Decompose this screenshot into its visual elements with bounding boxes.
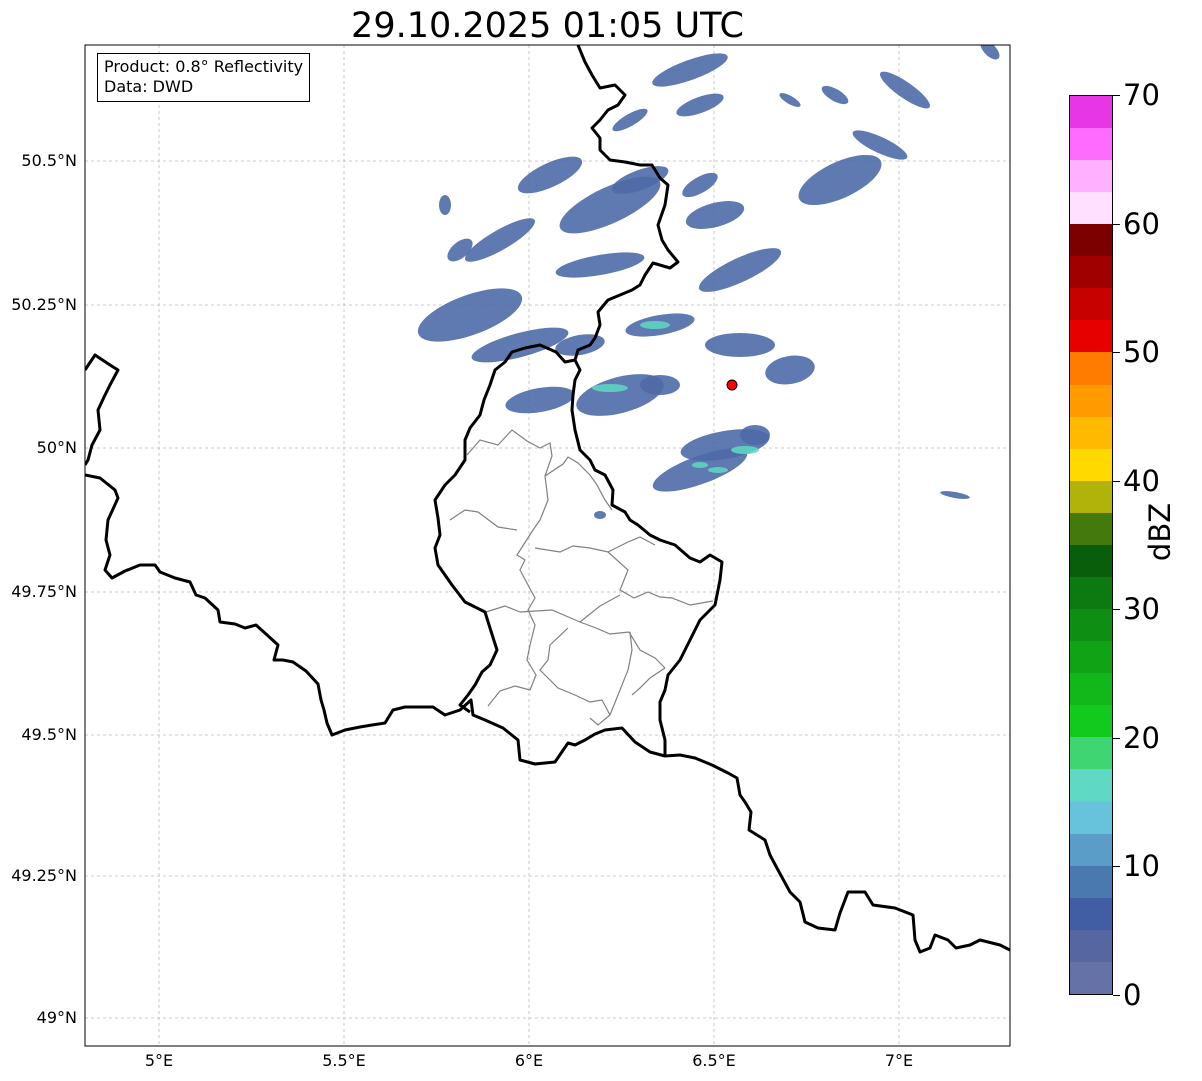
colorbar-segment [1070, 769, 1112, 802]
radar-echo-strong [692, 462, 708, 468]
colorbar-segment [1070, 544, 1112, 577]
radar-echo [640, 375, 680, 395]
colorbar-segment [1070, 512, 1112, 545]
colorbar-segment [1070, 801, 1112, 834]
colorbar-tick-label: 30 [1123, 592, 1160, 626]
colorbar-segment [1070, 448, 1112, 481]
colorbar [1069, 95, 1113, 995]
map-frame [84, 44, 1011, 1047]
colorbar-segment [1070, 320, 1112, 353]
colorbar-segment [1070, 961, 1112, 994]
radar-echo [555, 252, 645, 278]
colorbar-segment [1070, 224, 1112, 257]
colorbar-segment [1070, 127, 1112, 160]
radar-echo [779, 93, 801, 107]
lon-tick-label: 5°E [144, 1051, 174, 1070]
colorbar-segment [1070, 416, 1112, 449]
graticule [85, 45, 1010, 1046]
colorbar-segment [1070, 737, 1112, 770]
radar-echo [576, 374, 664, 416]
colorbar-tick-mark [1113, 224, 1120, 225]
colorbar-segment [1070, 641, 1112, 674]
colorbar-tick-mark [1113, 738, 1120, 739]
colorbar-segment [1070, 352, 1112, 385]
colorbar-segment [1070, 609, 1112, 642]
radar-echo-strong [592, 384, 628, 392]
lat-tick-label: 49.5°N [21, 725, 77, 744]
lon-tick-label: 6.5°E [692, 1051, 736, 1070]
radar-echo [880, 71, 930, 109]
lon-tick-label: 7°E [884, 1051, 914, 1070]
colorbar-segment [1070, 159, 1112, 193]
colorbar-segment [1070, 480, 1112, 513]
colorbar-tick-label: 10 [1123, 849, 1160, 883]
radar-echo [505, 386, 575, 414]
product-info-box: Product: 0.8° Reflectivity Data: DWD [97, 53, 311, 102]
lat-tick-label: 50.5°N [21, 151, 77, 170]
radar-echoes [417, 45, 1000, 519]
radar-echo [698, 248, 782, 292]
colorbar-tick-mark [1113, 609, 1120, 610]
radar-echo [652, 53, 728, 87]
radar-echo [439, 195, 451, 215]
colorbar-segment [1070, 673, 1112, 706]
map-content [85, 45, 1010, 1046]
radar-echo [612, 108, 648, 132]
colorbar-segment [1070, 705, 1112, 738]
radar-echo [676, 93, 724, 117]
radar-echo [517, 156, 583, 194]
lon-tick-label: 6°E [514, 1051, 544, 1070]
colorbar-tick-mark [1113, 481, 1120, 482]
colorbar-segment [1070, 865, 1112, 898]
colorbar-segment [1070, 384, 1112, 417]
colorbar-segment [1070, 897, 1112, 930]
colorbar-segment [1070, 192, 1112, 225]
colorbar-segment [1070, 833, 1112, 866]
colorbar-tick-mark [1113, 995, 1120, 996]
colorbar-tick-label: 0 [1123, 978, 1142, 1012]
data-source-label: Data: DWD [104, 77, 194, 96]
radar-echo [682, 172, 718, 198]
lat-tick-label: 50°N [36, 438, 77, 457]
colorbar-tick-mark [1113, 95, 1120, 96]
colorbar-segment [1070, 929, 1112, 962]
lat-tick-label: 49°N [36, 1008, 77, 1027]
product-label: Product: 0.8° Reflectivity [104, 57, 304, 76]
colorbar-tick-label: 50 [1123, 335, 1160, 369]
radar-site-marker [726, 379, 738, 391]
radar-echo [740, 425, 770, 445]
colorbar-segment [1070, 288, 1112, 321]
radar-echo [594, 511, 606, 519]
colorbar-segment [1070, 256, 1112, 289]
radar-echo [465, 218, 535, 262]
map-svg [84, 44, 1011, 1047]
colorbar-label: dBZ [1143, 502, 1177, 562]
colorbar-tick-label: 20 [1123, 721, 1160, 755]
lat-tick-label: 50.25°N [11, 295, 77, 314]
lon-tick-label: 5.5°E [322, 1051, 366, 1070]
colorbar-segment [1070, 95, 1112, 128]
colorbar-tick-mark [1113, 866, 1120, 867]
radar-echo [705, 333, 775, 357]
radar-echo [940, 491, 970, 499]
colorbar-segment [1070, 576, 1112, 610]
radar-echo-strong [640, 321, 670, 329]
colorbar-tick-label: 70 [1123, 78, 1160, 112]
radar-echo [821, 85, 849, 105]
radar-echo [685, 201, 745, 229]
colorbar-tick-mark [1113, 352, 1120, 353]
map-title: 29.10.2025 01:05 UTC [351, 6, 744, 46]
radar-echo-strong [731, 446, 759, 454]
lat-tick-label: 49.25°N [11, 866, 77, 885]
lat-tick-label: 49.75°N [11, 582, 77, 601]
radar-echo [798, 154, 882, 206]
radar-echo [765, 355, 815, 385]
colorbar-tick-label: 60 [1123, 207, 1160, 241]
radar-echo-strong [708, 467, 728, 473]
